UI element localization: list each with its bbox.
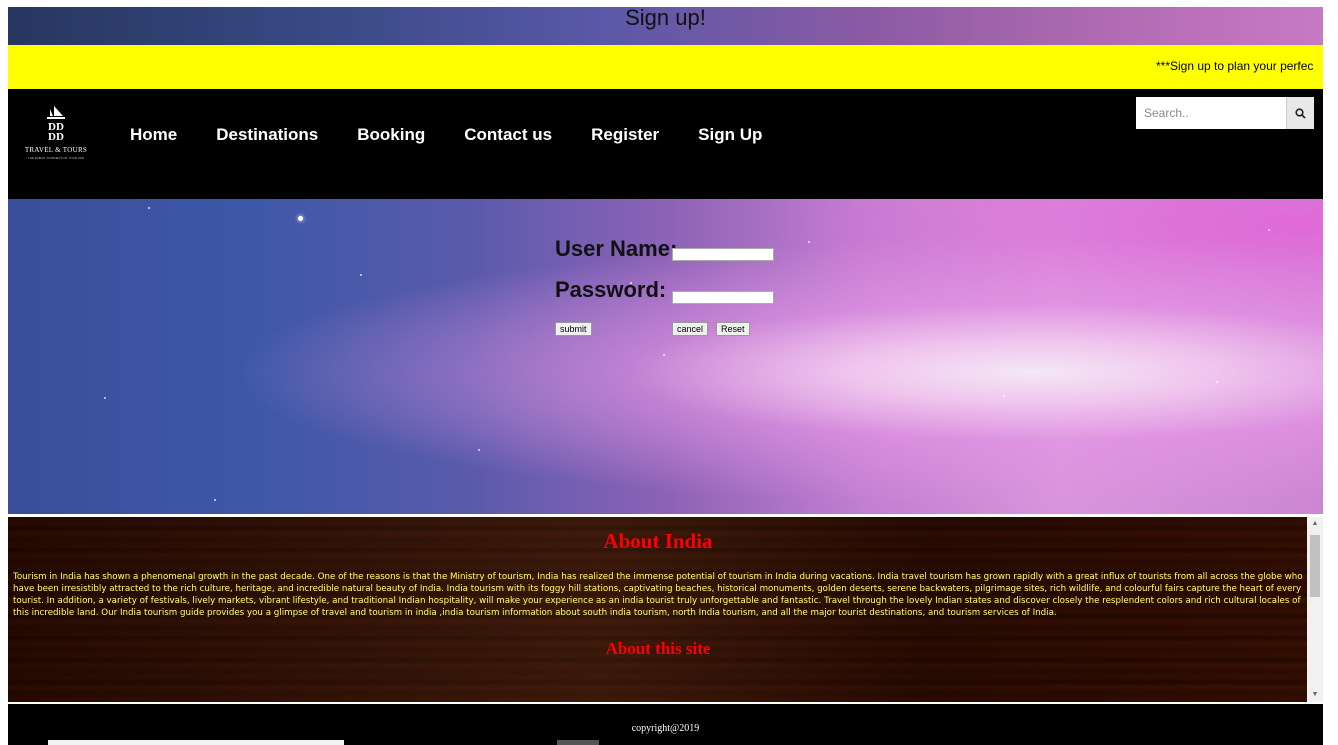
login-form: User Name: Password: submit cancel Reset [555,229,795,339]
title-banner: Sign up! [8,7,1323,45]
navbar: DD DD TRAVEL & TOURS THE FINEST JOURNEYS… [8,89,1323,199]
search-button[interactable] [1286,97,1314,129]
star-decoration [1003,395,1005,397]
star-decoration [104,397,106,399]
search-icon [1295,107,1306,119]
username-input[interactable] [672,248,774,261]
star-decoration [663,354,665,356]
marquee-banner: ***Sign up to plan your perfec [8,45,1323,89]
about-scrollbar[interactable]: ▲ ▼ [1307,517,1323,702]
scrollbar-thumb[interactable] [1310,535,1320,597]
page: Sign up! ***Sign up to plan your perfec … [8,7,1323,745]
submit-button[interactable]: submit [555,322,592,336]
about-content: About India Tourism in India has shown a… [13,517,1303,659]
nav-menu: Home Destinations Booking Contact us Reg… [130,125,801,145]
logo-tagline: THE FINEST JOURNEYS OF YOUR LIFE [27,156,85,160]
star-decoration [298,216,303,221]
reset-button[interactable]: Reset [716,322,750,336]
password-label: Password: [555,277,667,302]
logo-brand-text: TRAVEL & TOURS [24,146,88,154]
nav-link-sign-up[interactable]: Sign Up [698,125,762,145]
nav-link-booking[interactable]: Booking [357,125,425,145]
star-decoration [808,241,810,243]
svg-text:DD: DD [48,131,64,143]
nav-link-register[interactable]: Register [591,125,659,145]
scroll-down-icon[interactable]: ▼ [1307,688,1323,702]
search-bar [1136,97,1314,129]
search-input[interactable] [1136,97,1286,129]
nav-link-contact-us[interactable]: Contact us [464,125,552,145]
about-site-title: About this site [605,639,711,658]
footer-input-strip[interactable] [48,740,344,745]
ship-logo-icon: DD DD [47,106,65,143]
page-title: Sign up! [625,7,706,30]
star-decoration [360,274,362,276]
star-decoration [1268,229,1270,231]
footer-button-strip[interactable] [557,740,599,745]
username-label: User Name: [555,236,678,261]
about-text: Tourism in India has shown a phenomenal … [13,572,1303,618]
nav-link-home[interactable]: Home [130,125,177,145]
footer: copyright@2019 [8,704,1323,745]
star-decoration [478,449,480,451]
logo[interactable]: DD DD TRAVEL & TOURS THE FINEST JOURNEYS… [24,105,88,181]
star-decoration [148,207,150,209]
marquee-text: ***Sign up to plan your perfec [1156,59,1314,73]
about-panel[interactable]: About India Tourism in India has shown a… [8,517,1323,702]
star-decoration [1216,381,1218,383]
copyright-text: copyright@2019 [631,723,700,734]
nav-link-destinations[interactable]: Destinations [216,125,318,145]
star-decoration [214,499,216,501]
password-input[interactable] [672,291,774,304]
hero-background: User Name: Password: submit cancel Reset [8,199,1323,514]
about-title: About India [603,529,713,553]
scroll-up-icon[interactable]: ▲ [1307,517,1323,531]
cancel-button[interactable]: cancel [672,322,709,336]
